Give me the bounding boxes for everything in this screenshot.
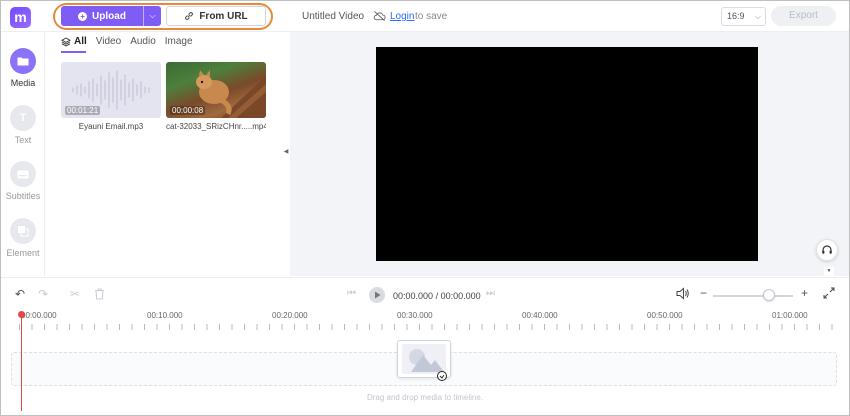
ruler-label: 00:20.000 [272, 311, 308, 320]
aspect-ratio-select[interactable]: 16:9 ⌵ [721, 7, 766, 26]
tab-label: Video [95, 36, 122, 47]
media-tabs: All Video Audio Image [61, 36, 193, 47]
text-icon: T [10, 105, 36, 131]
playhead[interactable] [21, 314, 22, 411]
zoom-slider-track[interactable] [713, 295, 793, 297]
redo-icon[interactable]: ↷ [38, 288, 48, 300]
ruler-label: 00:50.000 [647, 311, 683, 320]
app-window: m + Upload ⌵ From URL Untitled Video Log… [0, 0, 850, 416]
ruler-ticks [19, 324, 839, 330]
timecode: 00:00.000 / 00:00.000 [393, 291, 481, 301]
cloud-off-icon [373, 11, 386, 21]
ruler-label: 00:10.000 [147, 311, 183, 320]
rail-item-label: Element [6, 248, 40, 258]
subtitles-icon [10, 161, 36, 187]
rail-item-text[interactable]: T Text [1, 105, 45, 145]
rail-item-subtitles[interactable]: Subtitles [1, 161, 45, 201]
play-button[interactable] [369, 287, 385, 303]
zoom-in-icon[interactable]: + [801, 287, 808, 299]
top-bar: m + Upload ⌵ From URL Untitled Video Log… [1, 1, 849, 32]
fit-timeline-icon[interactable] [823, 287, 835, 299]
duration-badge: 00:00:08 [170, 106, 206, 115]
tab-label: All [74, 36, 87, 47]
media-panel: All Video Audio Image 00:01:21 Eyauni Em… [46, 32, 282, 276]
login-link[interactable]: Login [390, 11, 414, 22]
collapse-panel-handle[interactable]: ◀ [282, 142, 290, 162]
tab-video[interactable]: Video [96, 36, 121, 47]
drag-cursor-icon [437, 371, 447, 381]
tab-all[interactable]: All [61, 36, 87, 47]
active-tab-indicator [61, 51, 86, 53]
media-item-name: cat-32033_SRizCHnr.....mp4 [166, 122, 266, 131]
tab-label: Image [164, 36, 193, 47]
media-item-video[interactable]: 00:00:08 [166, 62, 266, 118]
tab-audio[interactable]: Audio [130, 36, 156, 47]
aspect-ratio-value: 16:9 [727, 11, 745, 21]
rail-item-label: Subtitles [5, 191, 41, 201]
tab-image[interactable]: Image [165, 36, 193, 47]
annotation-highlight-ring [53, 3, 273, 30]
split-icon[interactable]: ✂ [70, 288, 80, 300]
rail-item-element[interactable]: Element [1, 218, 45, 258]
duration-badge: 00:01:21 [65, 106, 101, 115]
tab-label: Audio [130, 36, 156, 47]
folder-icon [10, 48, 36, 74]
timeline-ruler[interactable]: 00:00.000 00:10.000 00:20.000 00:30.000 … [1, 309, 849, 330]
ruler-label: 01:00.000 [772, 311, 808, 320]
video-preview-canvas [376, 47, 758, 261]
skip-back-icon[interactable]: ⏮ [347, 288, 356, 300]
left-rail: Media T Text Subtitles Element [1, 32, 45, 276]
timecode-current: 00:00.000 [393, 291, 434, 301]
zoom-out-icon[interactable]: − [700, 287, 707, 299]
timecode-separator: / [435, 291, 439, 301]
headset-icon [822, 245, 832, 254]
layers-icon [61, 36, 71, 47]
ruler-label: 00:30.000 [397, 311, 433, 320]
volume-icon[interactable] [676, 287, 690, 300]
media-item-audio[interactable]: 00:01:21 [61, 62, 161, 118]
rail-item-label: Media [10, 78, 36, 88]
undo-icon[interactable]: ↶ [15, 288, 25, 300]
playhead-handle[interactable] [18, 311, 25, 318]
preview-area [290, 32, 849, 276]
rail-item-label: Text [14, 135, 32, 145]
login-suffix-text: to save [415, 11, 448, 22]
expand-timeline-tab[interactable]: ▼ [824, 267, 834, 276]
zoom-slider-handle[interactable] [763, 289, 775, 301]
drop-hint-text: Drag and drop media to timeline. [366, 393, 484, 402]
timeline-toolbar: ↶ ↷ ✂ ⏮ 00:00.000 / 00:00.000 ⏭ − + [1, 277, 849, 309]
ruler-label: 00:40.000 [522, 311, 558, 320]
support-button[interactable] [816, 239, 838, 261]
app-logo[interactable]: m [10, 7, 31, 28]
export-button[interactable]: Export [771, 6, 836, 26]
ruler-label: 00:00.000 [21, 311, 57, 320]
element-icon [10, 218, 36, 244]
play-icon [374, 291, 380, 299]
rail-item-media[interactable]: Media [1, 48, 45, 88]
timecode-total: 00:00.000 [440, 291, 481, 301]
media-item-name: Eyauni Email.mp3 [78, 122, 144, 131]
document-title[interactable]: Untitled Video [302, 11, 364, 22]
delete-icon[interactable] [94, 288, 105, 300]
chevron-down-icon: ⌵ [754, 12, 761, 21]
skip-forward-icon[interactable]: ⏭ [486, 288, 495, 300]
